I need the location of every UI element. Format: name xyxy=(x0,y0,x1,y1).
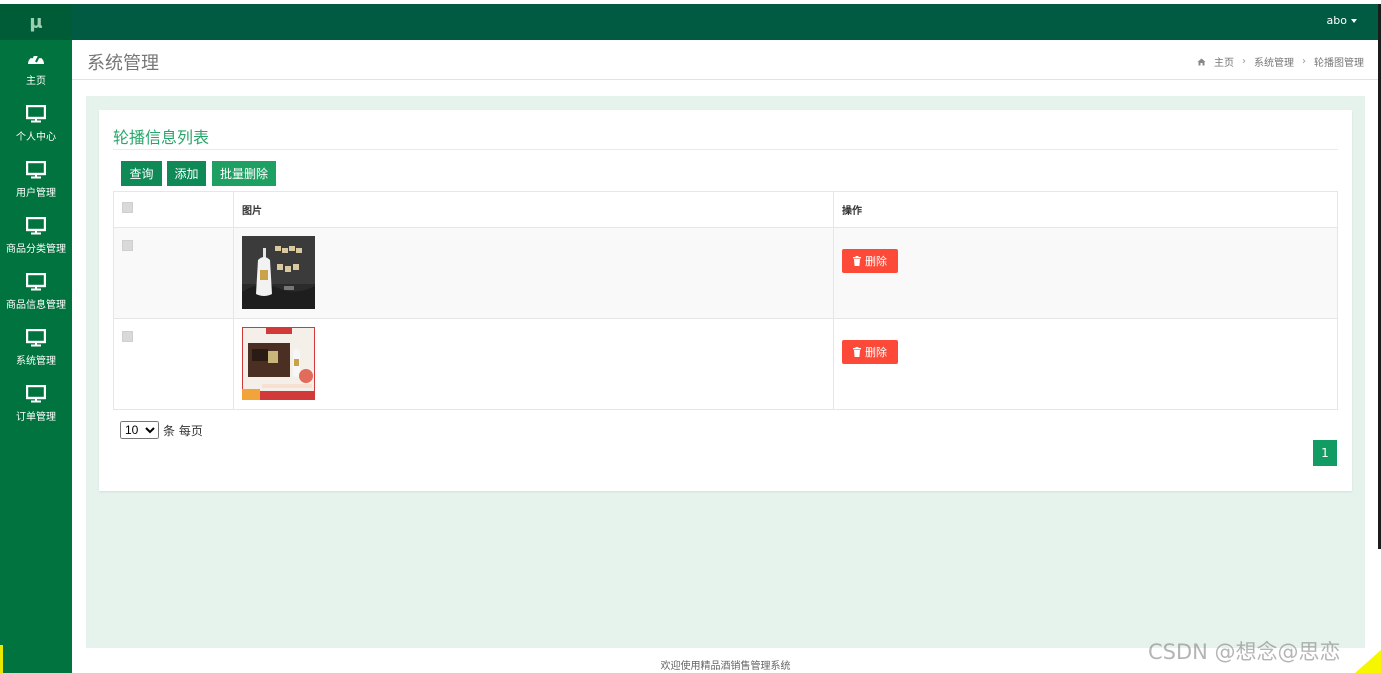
sidebar-item-product[interactable]: 商品信息管理 xyxy=(0,264,72,320)
logo: μ xyxy=(0,4,72,40)
trash-icon xyxy=(853,256,861,266)
select-all-header xyxy=(113,191,234,228)
sidebar-item-system[interactable]: 系统管理 xyxy=(0,320,72,376)
product-gift-box-image xyxy=(242,327,315,400)
table-row: 删除 xyxy=(113,227,1338,319)
action-cell: 删除 xyxy=(833,227,1338,319)
monitor-icon xyxy=(26,273,46,291)
monitor-icon xyxy=(26,329,46,347)
add-button[interactable]: 添加 xyxy=(167,161,206,186)
caret-down-icon xyxy=(1351,19,1357,23)
delete-button[interactable]: 删除 xyxy=(842,340,898,364)
page-title: 系统管理 xyxy=(87,53,159,74)
action-column-header: 操作 xyxy=(833,191,1338,228)
sidebar-item-label: 商品分类管理 xyxy=(6,244,66,255)
page-header: 系统管理 主页 › 系统管理 › 轮播图管理 xyxy=(72,40,1379,80)
home-icon xyxy=(1197,58,1206,65)
sidebar-item-orders[interactable]: 订单管理 xyxy=(0,376,72,432)
sidebar-item-label: 订单管理 xyxy=(16,412,56,423)
dashboard-icon xyxy=(28,52,44,64)
row-select-cell xyxy=(113,227,234,319)
table-header-row: 图片 操作 xyxy=(113,191,1338,228)
liquor-bottle-image xyxy=(242,236,315,309)
list-card: 轮播信息列表 查询 添加 批量删除 图片 操作 删除 删除 10 条 每页 1 xyxy=(99,110,1352,491)
page-size-control: 10 条 每页 xyxy=(120,421,203,439)
page-size-label: 条 每页 xyxy=(163,423,203,438)
sidebar: μ 主页 个人中心 用户管理 商品分类管理 商品信息管理 系统管理 订单管理 xyxy=(0,4,72,673)
card-title: 轮播信息列表 xyxy=(113,128,210,147)
watermark: CSDN @想念@思恋 xyxy=(1148,640,1341,664)
sidebar-item-users[interactable]: 用户管理 xyxy=(0,152,72,208)
content-area: 轮播信息列表 查询 添加 批量删除 图片 操作 删除 删除 10 条 每页 1 xyxy=(86,96,1365,648)
pagination-page[interactable]: 1 xyxy=(1313,440,1337,466)
chevron-right-icon: › xyxy=(1242,56,1246,67)
corner-marker xyxy=(1355,650,1381,673)
sidebar-item-label: 个人中心 xyxy=(16,132,56,143)
breadcrumb-current: 轮播图管理 xyxy=(1314,58,1364,69)
row-select-cell xyxy=(113,318,234,410)
monitor-icon xyxy=(26,161,46,179)
carousel-table: 图片 操作 删除 删除 xyxy=(113,191,1338,410)
page-size-select[interactable]: 10 xyxy=(120,421,159,439)
sidebar-item-label: 系统管理 xyxy=(16,356,56,367)
batch-delete-button[interactable]: 批量删除 xyxy=(212,161,276,186)
breadcrumb-system[interactable]: 系统管理 xyxy=(1254,54,1294,69)
row-checkbox[interactable] xyxy=(122,331,133,342)
sidebar-item-home[interactable]: 主页 xyxy=(0,40,72,96)
breadcrumb: 主页 › 系统管理 › 轮播图管理 xyxy=(1197,54,1364,69)
monitor-icon xyxy=(26,385,46,403)
table-row: 删除 xyxy=(113,318,1338,410)
monitor-icon xyxy=(26,105,46,123)
delete-label: 删除 xyxy=(865,256,887,268)
sidebar-item-label: 用户管理 xyxy=(16,188,56,199)
query-button[interactable]: 查询 xyxy=(121,161,162,186)
trash-icon xyxy=(853,347,861,357)
chevron-right-icon: › xyxy=(1302,56,1306,67)
sidebar-item-category[interactable]: 商品分类管理 xyxy=(0,208,72,264)
topbar: abo xyxy=(72,4,1379,40)
sidebar-item-profile[interactable]: 个人中心 xyxy=(0,96,72,152)
breadcrumb-home[interactable]: 主页 xyxy=(1214,54,1234,69)
image-cell xyxy=(233,318,834,410)
username: abo xyxy=(1326,14,1347,27)
select-all-checkbox[interactable] xyxy=(122,202,133,213)
image-column-header: 图片 xyxy=(233,191,834,228)
divider xyxy=(113,149,1338,150)
delete-label: 删除 xyxy=(865,347,887,359)
delete-button[interactable]: 删除 xyxy=(842,249,898,273)
sidebar-item-label: 商品信息管理 xyxy=(6,300,66,311)
action-cell: 删除 xyxy=(833,318,1338,410)
sidebar-item-label: 主页 xyxy=(26,76,46,87)
user-menu[interactable]: abo xyxy=(1327,14,1357,27)
corner-marker xyxy=(0,645,3,673)
image-cell xyxy=(233,227,834,319)
monitor-icon xyxy=(26,217,46,235)
row-checkbox[interactable] xyxy=(122,240,133,251)
